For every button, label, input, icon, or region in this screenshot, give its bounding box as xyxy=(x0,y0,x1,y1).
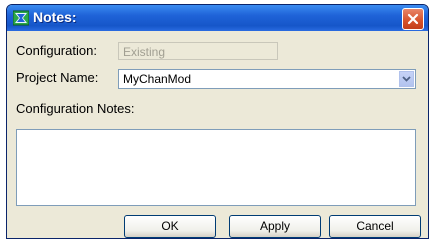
configuration-field: Existing xyxy=(118,42,278,60)
chevron-down-icon xyxy=(402,76,411,82)
close-icon xyxy=(407,13,419,25)
configuration-notes-label: Configuration Notes: xyxy=(16,101,135,116)
project-name-value: MyChanMod xyxy=(123,72,192,86)
apply-button[interactable]: Apply xyxy=(229,215,321,238)
configuration-notes-textarea[interactable] xyxy=(16,129,416,206)
ok-button[interactable]: OK xyxy=(124,215,216,238)
cancel-button[interactable]: Cancel xyxy=(329,215,421,238)
notes-dialog: Notes: Configuration: Existing Project N… xyxy=(6,4,429,239)
title-bar[interactable]: Notes: xyxy=(7,5,428,31)
configuration-label: Configuration: xyxy=(16,43,97,58)
project-name-dropdown-button[interactable] xyxy=(399,71,414,87)
project-name-label: Project Name: xyxy=(16,70,99,85)
close-button[interactable] xyxy=(402,8,424,30)
dialog-body: Configuration: Existing Project Name: My… xyxy=(7,31,428,238)
project-name-combo[interactable]: MyChanMod xyxy=(118,69,416,89)
window-title: Notes: xyxy=(33,9,77,25)
notes-app-icon xyxy=(12,10,30,26)
